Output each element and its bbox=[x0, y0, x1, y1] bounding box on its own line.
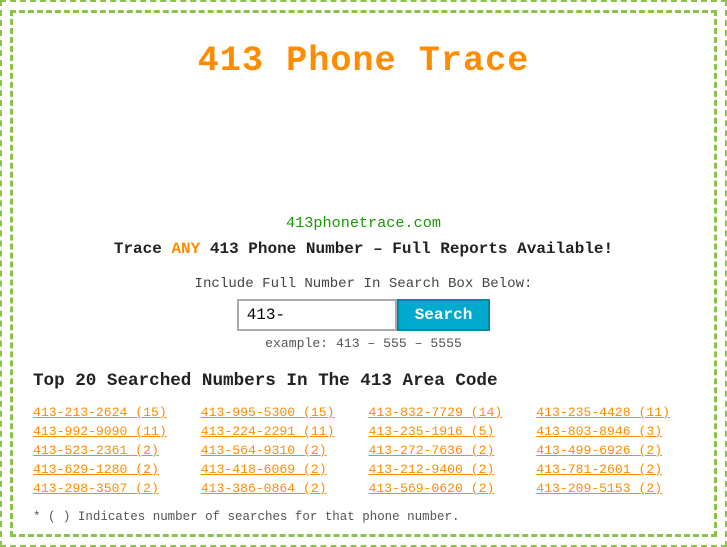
number-link[interactable]: 413-992-9090 (11) bbox=[33, 424, 191, 439]
number-link[interactable]: 413-209-5153 (2) bbox=[536, 481, 694, 496]
number-link[interactable]: 413-212-9400 (2) bbox=[369, 462, 527, 477]
site-url: 413phonetrace.com bbox=[286, 214, 441, 232]
number-link[interactable]: 413-569-0620 (2) bbox=[369, 481, 527, 496]
number-link[interactable]: 413-213-2624 (15) bbox=[33, 405, 191, 420]
number-link[interactable]: 413-832-7729 (14) bbox=[369, 405, 527, 420]
search-section: Include Full Number In Search Box Below:… bbox=[195, 276, 533, 351]
tagline: Trace ANY 413 Phone Number – Full Report… bbox=[114, 240, 613, 258]
number-link[interactable]: 413-629-1280 (2) bbox=[33, 462, 191, 477]
search-button[interactable]: Search bbox=[397, 299, 491, 331]
tagline-suffix: 413 Phone Number – Full Reports Availabl… bbox=[200, 240, 613, 258]
number-link[interactable]: 413-224-2291 (11) bbox=[201, 424, 359, 439]
search-example: example: 413 – 555 – 5555 bbox=[195, 336, 533, 351]
search-row: Search bbox=[195, 299, 533, 331]
number-link[interactable]: 413-803-8946 (3) bbox=[536, 424, 694, 439]
page-title: 413 Phone Trace bbox=[198, 41, 530, 81]
numbers-grid: 413-213-2624 (15) 413-995-5300 (15) 413-83… bbox=[33, 405, 694, 496]
number-link[interactable]: 413-781-2601 (2) bbox=[536, 462, 694, 477]
tagline-any: ANY bbox=[171, 240, 200, 258]
number-link[interactable]: 413-298-3507 (2) bbox=[33, 481, 191, 496]
tagline-prefix: Trace bbox=[114, 240, 172, 258]
number-link[interactable]: 413-995-5300 (15) bbox=[201, 405, 359, 420]
number-link[interactable]: 413-564-9310 (2) bbox=[201, 443, 359, 458]
number-link[interactable]: 413-523-2361 (2) bbox=[33, 443, 191, 458]
number-link[interactable]: 413-235-1916 (5) bbox=[369, 424, 527, 439]
top-numbers-title: Top 20 Searched Numbers In The 413 Area … bbox=[33, 371, 694, 391]
number-link[interactable]: 413-272-7636 (2) bbox=[369, 443, 527, 458]
search-input[interactable] bbox=[237, 299, 397, 331]
number-link[interactable]: 413-499-6926 (2) bbox=[536, 443, 694, 458]
page-container: 413 Phone Trace 413phonetrace.com Trace … bbox=[10, 10, 717, 537]
number-link[interactable]: 413-235-4428 (11) bbox=[536, 405, 694, 420]
footnote: * ( ) Indicates number of searches for t… bbox=[33, 510, 694, 524]
number-link[interactable]: 413-386-0864 (2) bbox=[201, 481, 359, 496]
number-link[interactable]: 413-418-6069 (2) bbox=[201, 462, 359, 477]
search-label: Include Full Number In Search Box Below: bbox=[195, 276, 533, 292]
